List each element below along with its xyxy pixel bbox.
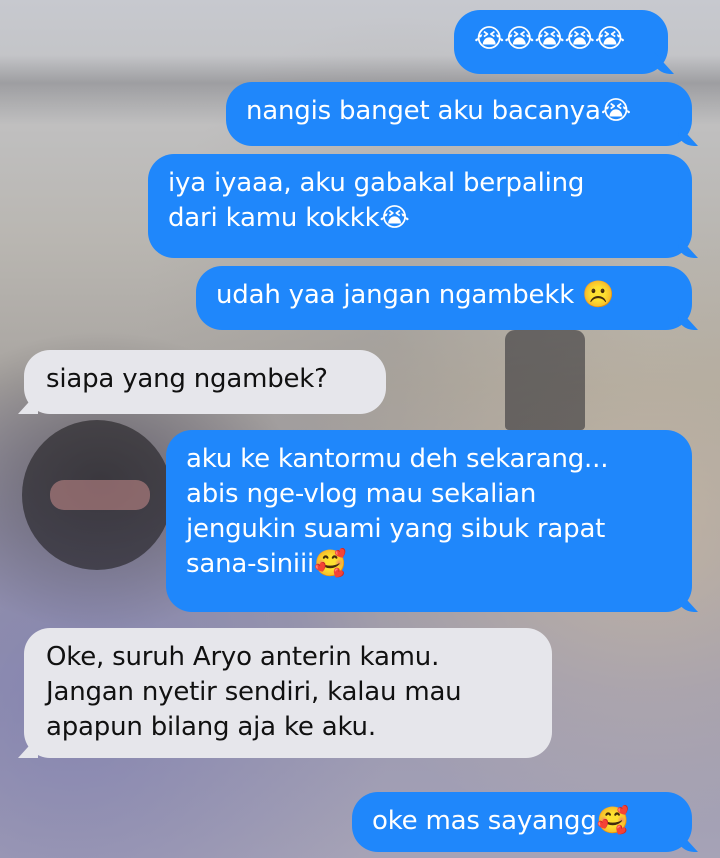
outgoing-message-bubble[interactable]: aku ke kantormu deh sekarang... abis nge… xyxy=(166,430,692,612)
outgoing-message-bubble[interactable]: udah yaa jangan ngambekk ☹️ xyxy=(196,266,692,330)
incoming-message-bubble[interactable]: siapa yang ngambek? xyxy=(24,350,386,414)
incoming-message-bubble[interactable]: Oke, suruh Aryo anterin kamu. Jangan nye… xyxy=(24,628,552,758)
outgoing-message-bubble[interactable]: iya iyaaa, aku gabakal berpaling dari ka… xyxy=(148,154,692,258)
outgoing-message-bubble[interactable]: oke mas sayangg🥰 xyxy=(352,792,692,852)
background-photo-hair-ornament xyxy=(50,480,150,510)
outgoing-message-bubble[interactable]: 😭😭😭😭😭 xyxy=(454,10,668,74)
background-photo-hat xyxy=(505,330,585,430)
outgoing-message-bubble[interactable]: nangis banget aku bacanya😭 xyxy=(226,82,692,146)
